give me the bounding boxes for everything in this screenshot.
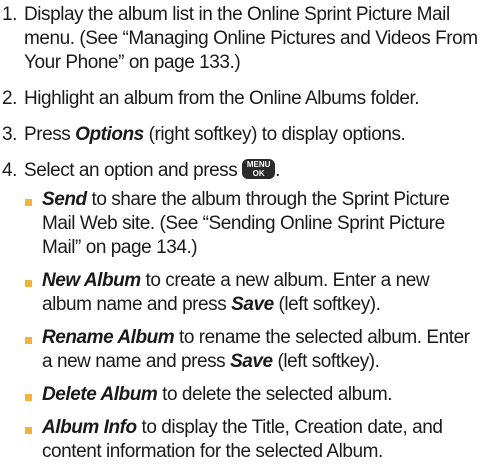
step-1: 1. Display the album list in the Online … (2, 3, 480, 75)
step-text-before: Select an option and press (24, 160, 243, 181)
option-term: Send (42, 189, 87, 210)
option-term: Delete Album (42, 384, 158, 405)
square-bullet-icon (24, 326, 42, 374)
option-text: Rename Album to rename the selected albu… (42, 326, 480, 374)
option-description: to share the album through the Sprint Pi… (42, 189, 450, 258)
option-term: Rename Album (42, 327, 175, 348)
option-description-end: (left softkey). (272, 351, 380, 372)
step-number: 1. (2, 4, 17, 25)
option-delete-album: Delete Album to delete the selected albu… (24, 383, 480, 407)
key-label-top: MENU (246, 159, 271, 169)
step-2: 2. Highlight an album from the Online Al… (2, 87, 480, 111)
step-text: Select an option and press MENU OK. (24, 158, 480, 183)
option-text: Send to share the album through the Spri… (42, 188, 480, 260)
instruction-page: 1. Display the album list in the Online … (0, 0, 486, 462)
option-description-end: (left softkey). (273, 294, 381, 315)
options-term: Options (75, 124, 144, 145)
step-3: 3. Press Options (right softkey) to disp… (2, 123, 480, 147)
menu-ok-key-icon: MENU OK (242, 158, 276, 179)
step-text: Display the album list in the Online Spr… (24, 4, 478, 73)
step-text: Press Options (right softkey) to display… (24, 123, 480, 147)
save-term: Save (230, 351, 273, 372)
option-text: Album Info to display the Title, Creatio… (42, 416, 480, 464)
option-album-info: Album Info to display the Title, Creatio… (24, 416, 480, 464)
step-text: Highlight an album from the Online Album… (24, 88, 420, 109)
step-4: 4. Select an option and press MENU OK. (2, 158, 480, 183)
step-number: 2. (2, 88, 17, 109)
option-text: Delete Album to delete the selected albu… (42, 383, 480, 407)
option-term: Album Info (42, 417, 137, 438)
step-text-after: . (275, 160, 280, 181)
step-number: 3. (2, 124, 17, 145)
step-text-before: Press (24, 124, 76, 145)
step-text-after: (right softkey) to display options. (143, 124, 406, 145)
key-label-bottom: OK (252, 168, 265, 178)
option-description: to delete the selected album. (157, 384, 393, 405)
save-term: Save (231, 294, 274, 315)
square-bullet-icon (24, 188, 42, 260)
option-new-album: New Album to create a new album. Enter a… (24, 269, 480, 317)
square-bullet-icon (24, 383, 42, 407)
square-bullet-icon (24, 416, 42, 464)
square-bullet-icon (24, 269, 42, 317)
option-rename-album: Rename Album to rename the selected albu… (24, 326, 480, 374)
option-text: New Album to create a new album. Enter a… (42, 269, 480, 317)
option-term: New Album (42, 270, 141, 291)
step-number: 4. (2, 160, 17, 181)
option-send: Send to share the album through the Spri… (24, 188, 480, 260)
